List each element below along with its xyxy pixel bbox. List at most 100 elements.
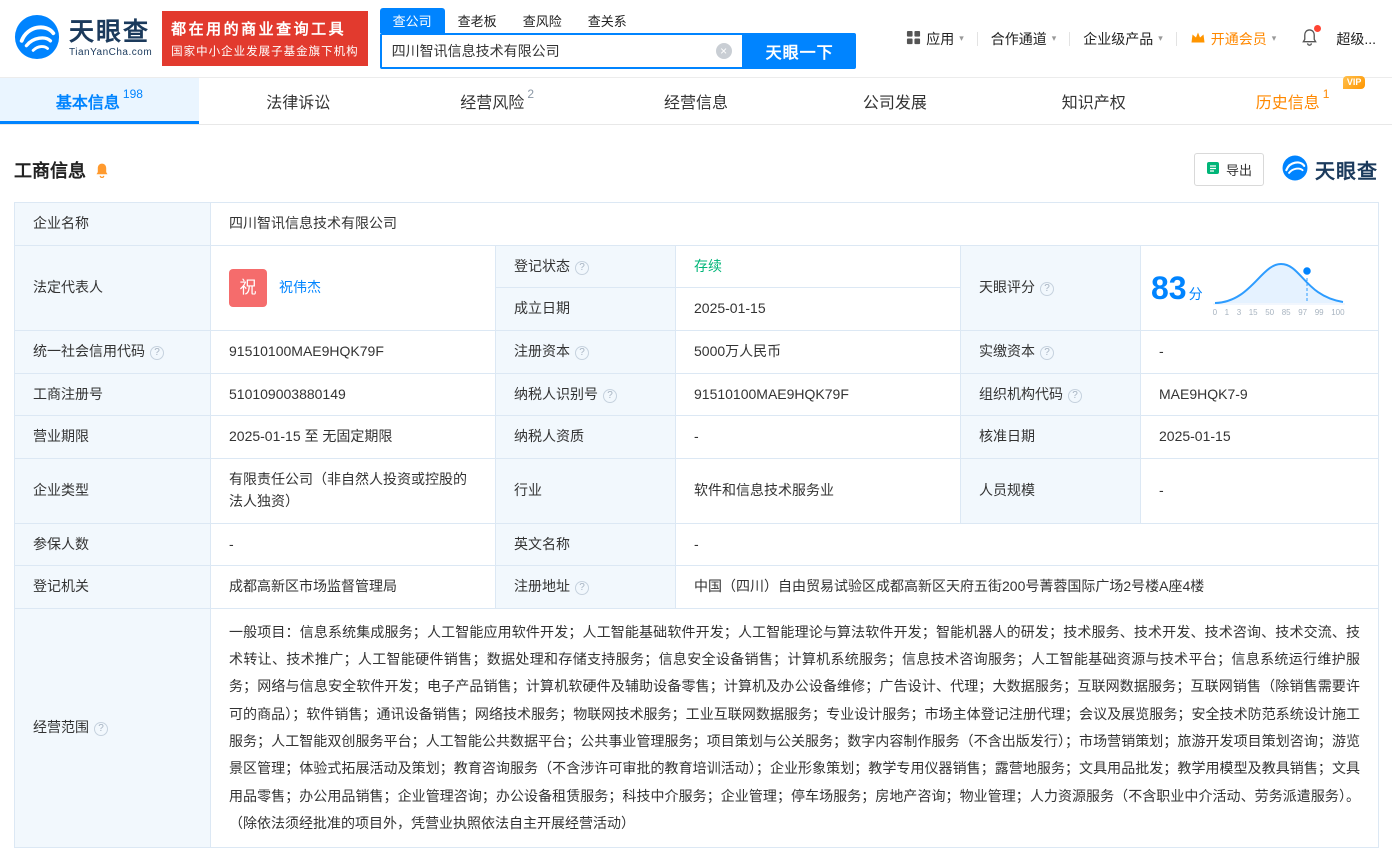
nav-apps[interactable]: 应用 ▾ <box>893 29 977 49</box>
table-row: 企业名称 四川智讯信息技术有限公司 <box>14 202 1379 246</box>
tab-operating-risk[interactable]: 经营风险 2 <box>398 78 597 124</box>
label-registration-number: 工商注册号 <box>14 372 211 417</box>
business-info-section-header: 工商信息 导出 天眼查 <box>14 153 1378 186</box>
search-button[interactable]: 天眼一下 <box>743 33 856 69</box>
notifications-bell[interactable] <box>1289 25 1330 49</box>
value-english-name: - <box>675 522 1379 567</box>
help-icon[interactable]: ? <box>603 388 617 403</box>
help-icon[interactable]: ? <box>1068 388 1082 403</box>
value-credit-code: 91510100MAE9HQK79F <box>210 330 496 374</box>
search-type-tabs: 查公司 查老板 查风险 查关系 <box>379 8 856 33</box>
label-approval-date: 核准日期 <box>960 415 1141 460</box>
value-registered-capital: 5000万人民币 <box>675 330 961 374</box>
watermark-brand-name: 天眼查 <box>1315 161 1378 183</box>
value-registration-authority: 成都高新区市场监督管理局 <box>210 565 496 609</box>
help-icon[interactable]: ? <box>1040 282 1054 297</box>
status-badge: 存续 <box>694 257 722 274</box>
help-icon[interactable]: ? <box>575 346 589 361</box>
tab-label: 基本信息 <box>55 95 120 112</box>
export-button[interactable]: 导出 <box>1193 153 1264 186</box>
table-row: 法定代表人 祝 祝伟杰 登记状态? 存续 天眼评分? 83 分 0 1 3 15… <box>14 244 1379 332</box>
crown-icon <box>1190 31 1206 47</box>
vip-badge: VIP <box>1342 76 1366 89</box>
label-registered-address: 注册地址? <box>495 565 676 609</box>
tab-label: 经营风险 <box>460 95 525 112</box>
chevron-down-icon: ▾ <box>1051 33 1057 43</box>
label-company-name: 企业名称 <box>14 202 211 246</box>
search-tab-company[interactable]: 查公司 <box>379 8 445 33</box>
value-registration-number: 510109003880149 <box>210 372 496 417</box>
nav-cooperation[interactable]: 合作通道 ▾ <box>978 29 1070 49</box>
nav-enterprise-products[interactable]: 企业级产品 ▾ <box>1070 29 1176 49</box>
value-registration-status: 存续 <box>675 244 961 289</box>
watermark-logo: 天眼查 <box>1282 155 1378 184</box>
value-taxpayer-id: 91510100MAE9HQK79F <box>675 372 961 417</box>
tab-label: 公司发展 <box>862 95 927 112</box>
top-nav: 应用 ▾ 合作通道 ▾ 企业级产品 ▾ 开通会员 ▾ 超级... <box>893 25 1378 49</box>
table-row: 统一社会信用代码? 91510100MAE9HQK79F 注册资本? 5000万… <box>14 330 1379 374</box>
clear-search-icon[interactable]: × <box>715 43 732 59</box>
tab-label: 知识产权 <box>1061 95 1126 112</box>
avatar[interactable]: 祝 <box>229 268 267 307</box>
chevron-down-icon: ▾ <box>1271 33 1277 43</box>
table-row: 营业期限 2025-01-15 至 无固定期限 纳税人资质 - 核准日期 202… <box>14 415 1379 460</box>
table-row: 经营范围? 一般项目：信息系统集成服务；人工智能应用软件开发；人工智能基础软件开… <box>14 607 1379 849</box>
tab-history-info[interactable]: 历史信息 1 VIP <box>1193 76 1392 124</box>
label-legal-representative: 法定代表人 <box>14 244 211 332</box>
label-industry: 行业 <box>495 458 676 524</box>
value-organization-code: MAE9HQK7-9 <box>1140 372 1379 417</box>
subscribe-bell-icon[interactable] <box>94 162 110 178</box>
tab-basic-info[interactable]: 基本信息 198 <box>0 78 199 124</box>
search-tab-relation[interactable]: 查关系 <box>575 8 640 33</box>
tab-company-development[interactable]: 公司发展 <box>795 78 994 124</box>
value-industry: 软件和信息技术服务业 <box>675 458 961 524</box>
value-legal-representative: 祝 祝伟杰 <box>210 244 496 332</box>
help-icon[interactable]: ? <box>94 722 108 737</box>
slogan-line2: 国家中小企业发展子基金旗下机构 <box>171 46 359 58</box>
help-icon[interactable]: ? <box>150 346 164 361</box>
value-business-term: 2025-01-15 至 无固定期限 <box>210 415 496 460</box>
label-paid-in-capital: 实缴资本? <box>960 330 1141 374</box>
help-icon[interactable]: ? <box>1040 346 1054 361</box>
label-taxpayer-id: 纳税人识别号? <box>495 372 676 417</box>
label-registration-status: 登记状态? <box>495 244 676 289</box>
label-business-term: 营业期限 <box>14 415 211 460</box>
tianyancha-logo[interactable]: 天眼查 TianYanCha.com <box>14 14 152 63</box>
tab-business-info[interactable]: 经营信息 <box>597 78 796 124</box>
value-taxpayer-qualification: - <box>675 415 961 460</box>
label-insured-count: 参保人数 <box>14 522 211 567</box>
nav-open-vip[interactable]: 开通会员 ▾ <box>1177 29 1290 49</box>
score-axis: 0 1 3 15 50 85 97 99 100 <box>1212 308 1345 318</box>
label-organization-code: 组织机构代码? <box>960 372 1141 417</box>
help-icon[interactable]: ? <box>575 581 589 596</box>
label-company-type: 企业类型 <box>14 458 211 524</box>
nav-user-menu[interactable]: 超级... <box>1330 29 1378 49</box>
table-row: 登记机关 成都高新区市场监督管理局 注册地址? 中国（四川）自由贸易试验区成都高… <box>14 565 1379 609</box>
table-row: 参保人数 - 英文名称 - <box>14 522 1379 567</box>
tab-count-badge: 198 <box>122 87 143 101</box>
search-tab-risk[interactable]: 查风险 <box>510 8 575 33</box>
tab-count-badge: 2 <box>527 87 534 101</box>
value-company-name: 四川智讯信息技术有限公司 <box>210 202 1379 246</box>
tab-count-badge: 1 <box>1322 87 1330 101</box>
search-tab-boss[interactable]: 查老板 <box>445 8 510 33</box>
label-registered-capital: 注册资本? <box>495 330 676 374</box>
notification-dot <box>1314 25 1322 32</box>
label-taxpayer-qualification: 纳税人资质 <box>495 415 676 460</box>
nav-vip-label: 开通会员 <box>1210 30 1267 47</box>
help-icon[interactable]: ? <box>575 260 589 275</box>
label-business-scope: 经营范围? <box>14 607 211 849</box>
nav-cooperation-label: 合作通道 <box>990 30 1047 47</box>
nav-enterprise-label: 企业级产品 <box>1083 30 1154 47</box>
top-header: 天眼查 TianYanCha.com 都在用的商业查询工具 国家中小企业发展子基… <box>0 0 1392 77</box>
tab-intellectual-property[interactable]: 知识产权 <box>994 78 1193 124</box>
search-input[interactable] <box>381 43 716 59</box>
value-business-scope: 一般项目：信息系统集成服务；人工智能应用软件开发；人工智能基础软件开发；人工智能… <box>210 607 1379 849</box>
legal-representative-link[interactable]: 祝伟杰 <box>279 277 321 299</box>
username-label: 超级... <box>1336 30 1376 47</box>
tab-legal-proceedings[interactable]: 法律诉讼 <box>199 78 398 124</box>
label-establish-date: 成立日期 <box>495 287 676 332</box>
company-section-tabs: 基本信息 198 法律诉讼 经营风险 2 经营信息 公司发展 知识产权 历史信息 … <box>0 76 1392 125</box>
export-label: 导出 <box>1225 163 1252 178</box>
tab-label: 经营信息 <box>664 95 729 112</box>
